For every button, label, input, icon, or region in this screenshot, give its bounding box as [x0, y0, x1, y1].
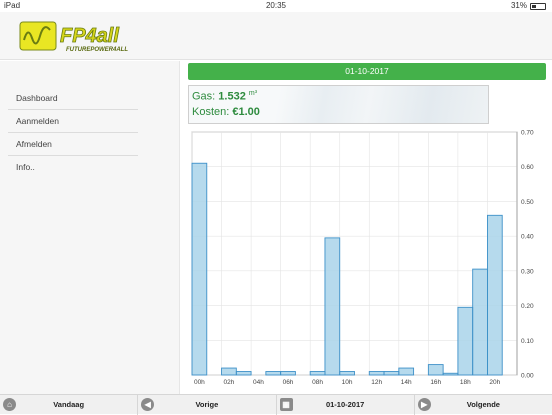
date-banner: 01-10-2017: [188, 63, 546, 80]
status-right: 31%: [511, 0, 546, 12]
gas-line: Gas: 1.532 m³: [192, 90, 257, 103]
x-tick-label: 16h: [430, 379, 441, 386]
today-button[interactable]: ⌂ Vandaag: [0, 395, 139, 415]
gas-value: 1.532: [218, 90, 246, 103]
x-tick-label: 10h: [342, 379, 353, 386]
bottom-toolbar: ⌂ Vandaag ◀ Vorige ▦ 01-10-2017 ▶ Volgen…: [0, 394, 552, 415]
chart-svg: 0.00 0.10 0.20 0.30 0.40 0.50 0.60 0.70 00h 02h 04…: [191, 130, 534, 386]
cost-line: Kosten: €1.00: [192, 106, 260, 118]
x-tick-label: 04h: [253, 379, 264, 386]
y-tick-label: 0.60: [521, 164, 534, 171]
info-side-panel: [489, 85, 546, 124]
today-label: Vandaag: [53, 400, 85, 409]
battery-icon: [530, 2, 546, 10]
y-tick-label: 0.00: [521, 373, 534, 380]
next-label: Volgende: [466, 400, 500, 409]
sidebar-item-info[interactable]: Info..: [8, 156, 138, 179]
x-tick-label: 00h: [194, 379, 205, 386]
y-tick-label: 0.10: [521, 338, 534, 345]
arrow-right-icon: ▶: [417, 398, 431, 411]
x-tick-label: 20h: [489, 379, 500, 386]
gas-usage-chart: 0.00 0.10 0.20 0.30 0.40 0.50 0.60 0.70 00h 02h 04…: [188, 128, 552, 392]
date-picker-button[interactable]: ▦ 01-10-2017: [277, 395, 415, 415]
sidebar-item-afmelden[interactable]: Afmelden: [8, 133, 138, 156]
previous-label: Vorige: [195, 400, 219, 409]
gas-label: Gas:: [192, 90, 216, 103]
arrow-left-icon: ◀: [141, 398, 155, 411]
calendar-icon: ▦: [279, 398, 293, 411]
sidebar-item-dashboard[interactable]: Dashboard: [8, 87, 138, 110]
y-tick-label: 0.20: [521, 303, 534, 310]
date-picker-label: 01-10-2017: [325, 400, 365, 409]
clock: 20:35: [265, 1, 287, 10]
y-tick-label: 0.30: [521, 268, 534, 275]
x-tick-label: 08h: [312, 379, 323, 386]
sidebar: Dashboard Aanmelden Afmelden Info..: [0, 61, 180, 394]
status-bar: iPad 20:35 31%: [0, 0, 552, 12]
next-button[interactable]: ▶ Volgende: [415, 395, 552, 415]
logo-subtext: FUTUREPOWER4ALL: [66, 47, 128, 53]
y-tick-label: 0.40: [521, 234, 534, 241]
x-tick-label: 06h: [283, 379, 294, 386]
battery-percent: 31%: [510, 1, 527, 10]
previous-button[interactable]: ◀ Vorige: [138, 395, 277, 415]
x-tick-label: 02h: [224, 379, 235, 386]
home-icon: ⌂: [3, 398, 16, 411]
gas-unit: m³: [248, 90, 258, 97]
x-tick-label: 18h: [460, 379, 471, 386]
usage-summary: Gas: 1.532 m³ Kosten: €1.00: [188, 85, 489, 124]
cost-label: Kosten:: [192, 106, 230, 118]
x-tick-label: 14h: [401, 379, 412, 386]
app-header: FP4all FUTUREPOWER4ALL: [0, 12, 552, 60]
x-tick-label: 12h: [371, 379, 382, 386]
cost-value: €1.00: [232, 106, 260, 118]
logo-text: FP4all: [60, 25, 119, 47]
y-tick-label: 0.70: [521, 130, 534, 137]
sidebar-item-aanmelden[interactable]: Aanmelden: [8, 110, 138, 133]
y-tick-label: 0.50: [521, 199, 534, 206]
futurepower4all-logo[interactable]: FP4all FUTUREPOWER4ALL: [18, 16, 162, 56]
